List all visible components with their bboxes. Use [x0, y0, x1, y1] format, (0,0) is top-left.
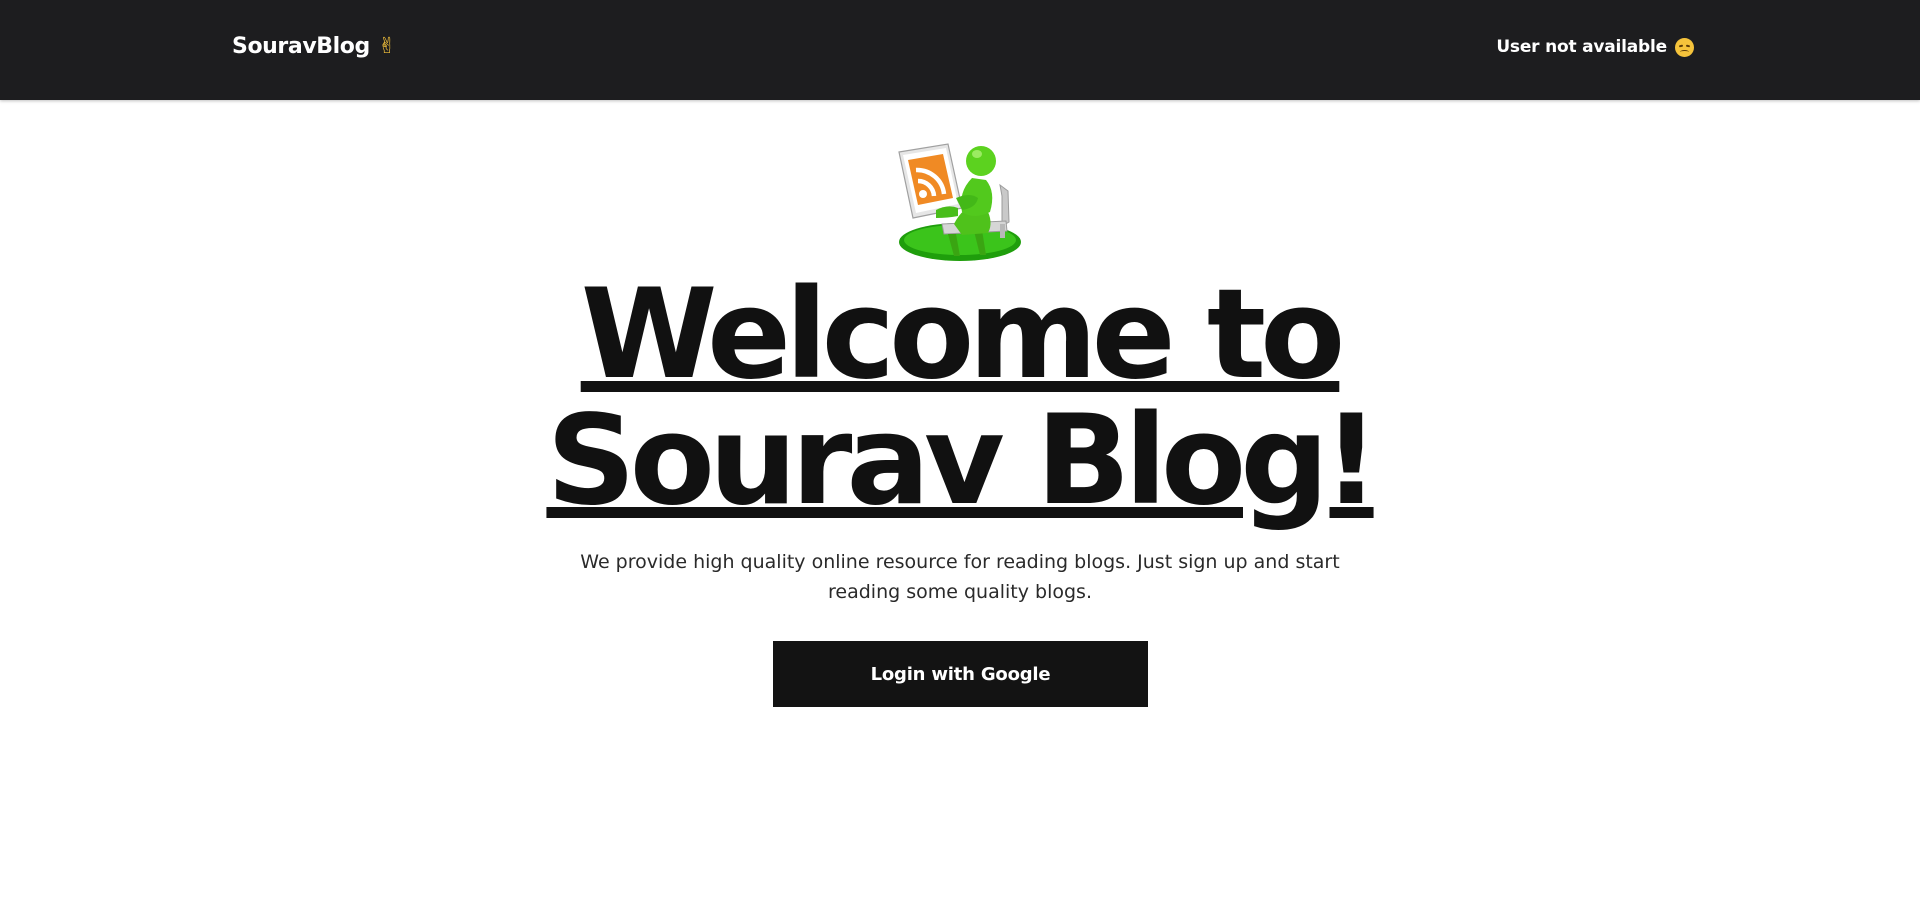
user-status-text: User not available: [1496, 37, 1667, 57]
brand-name[interactable]: SouravBlog: [232, 34, 370, 59]
victory-hand-icon: ✌: [377, 34, 396, 59]
hero-title: Welcome to Sourav Blog!: [546, 263, 1379, 533]
brand-logo[interactable]: SouravBlog ✌: [232, 34, 396, 59]
user-status: User not available: [1496, 37, 1694, 57]
navbar: SouravBlog ✌ User not available: [0, 0, 1920, 100]
hero-description: We provide high quality online resource …: [580, 551, 1340, 603]
rss-reader-illustration: [898, 143, 1021, 261]
login-with-google-button[interactable]: Login with Google: [773, 641, 1148, 707]
disappointed-face-icon: [1675, 37, 1694, 57]
